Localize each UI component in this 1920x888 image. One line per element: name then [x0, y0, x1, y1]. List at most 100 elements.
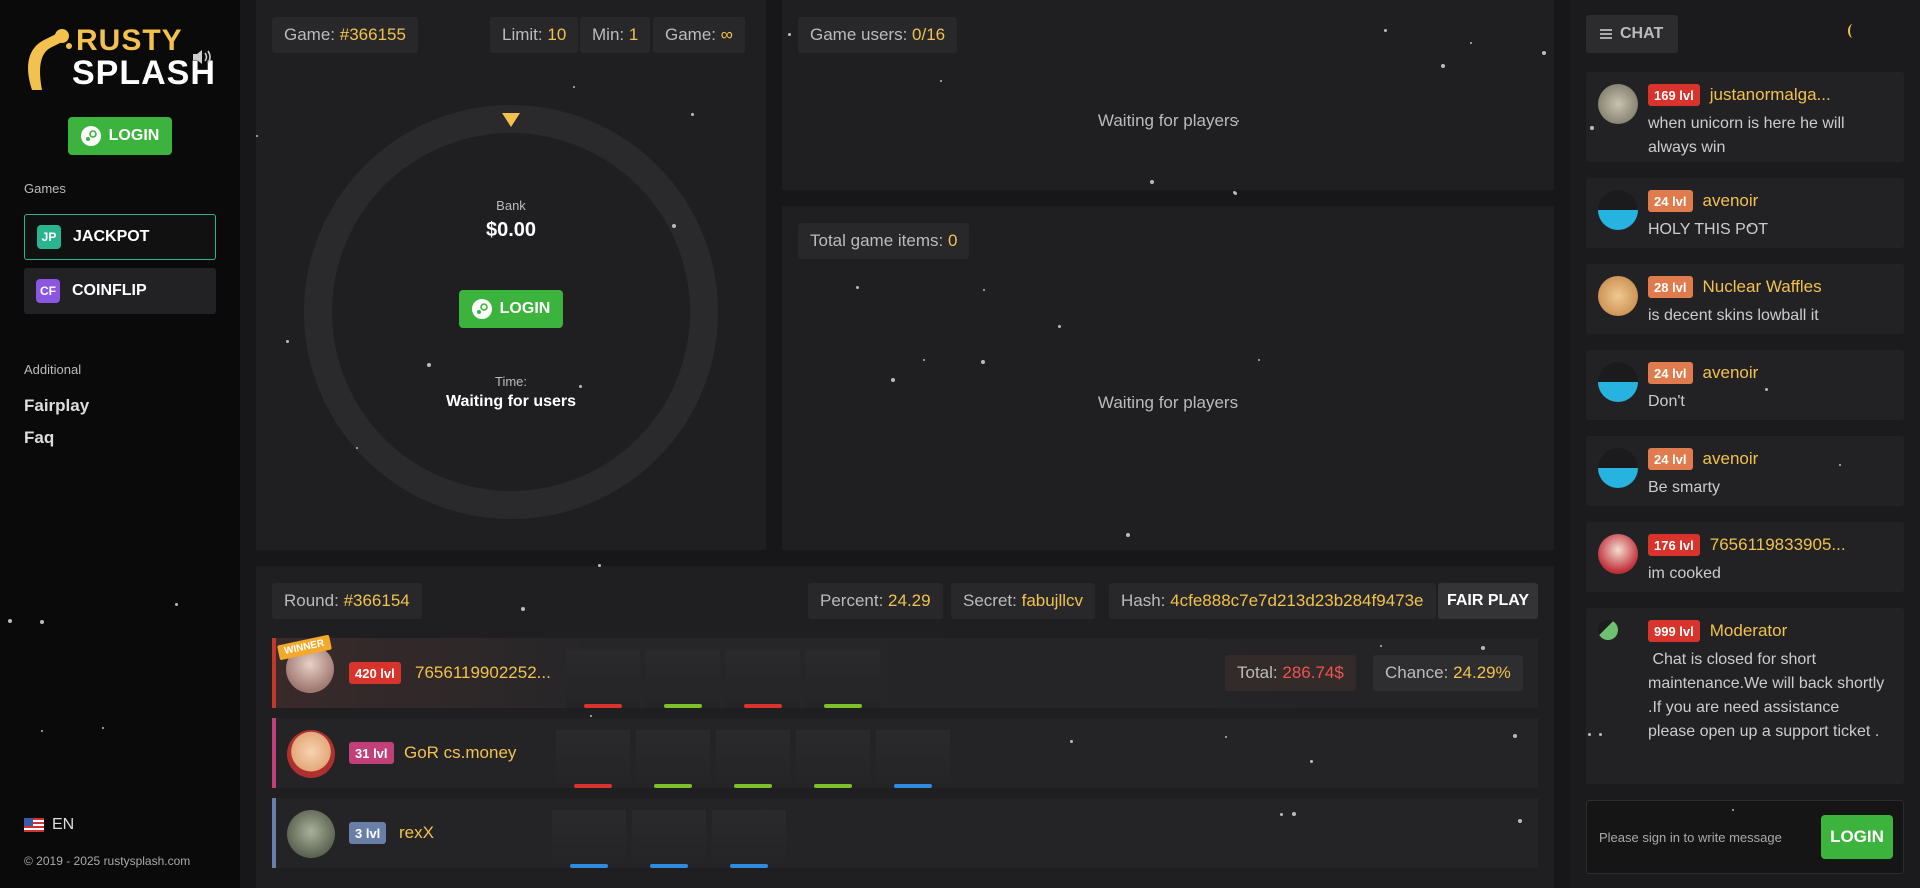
level-badge: 3 lvl — [349, 822, 387, 844]
level-badge: 24 lvl — [1648, 448, 1693, 470]
snowflake — [8, 619, 12, 623]
logo[interactable]: RUSTY SPLASH — [22, 22, 215, 94]
steam-icon — [80, 126, 101, 146]
player-level: 3 lvl — [349, 822, 387, 844]
round-id: Round: #366154 — [272, 583, 422, 619]
user-avatar — [1598, 362, 1638, 402]
fair-play-button[interactable]: FAIR PLAY — [1438, 583, 1538, 619]
game-jackpot[interactable]: JP JACKPOT — [24, 214, 216, 260]
user-name[interactable]: avenoir — [1703, 191, 1759, 211]
level-badge: 24 lvl — [1648, 190, 1693, 212]
user-avatar — [1598, 620, 1618, 640]
snowflake — [1233, 191, 1236, 194]
value: 0 — [947, 231, 958, 250]
player-row — [272, 798, 1538, 868]
label: Total game items: — [810, 231, 944, 250]
snowflake — [521, 607, 525, 611]
chat-message: 176 lvl 7656119833905... im cooked — [1586, 522, 1904, 592]
label: Min: — [592, 25, 625, 44]
chat-login-button[interactable]: LOGIN — [1821, 815, 1893, 859]
player-name[interactable]: rexX — [399, 823, 434, 843]
item-card — [636, 730, 710, 788]
items-waiting: Waiting for players — [1097, 393, 1239, 412]
limit: Limit: 10 — [490, 17, 579, 53]
item-card — [566, 650, 640, 708]
link-faq[interactable]: Faq — [24, 428, 54, 448]
snowflake — [286, 340, 289, 343]
value: 4cfe888c7e7d213d23b284f9473e — [1170, 591, 1424, 610]
snowflake — [1225, 736, 1227, 738]
player-chance: Chance: 24.29% — [1373, 655, 1523, 691]
logo-text-top: RUSTY — [76, 24, 183, 57]
player-name[interactable]: 7656119902252... — [415, 663, 551, 683]
chat-message: 169 lvl justanormalga... when unicorn is … — [1586, 72, 1904, 162]
game-coinflip[interactable]: CF COINFLIP — [24, 268, 216, 314]
snowflake — [1441, 64, 1445, 68]
item-card — [646, 650, 720, 708]
user-name[interactable]: Nuclear Waffles — [1703, 277, 1822, 297]
player-level: 420 lvl — [349, 662, 401, 684]
label: Game: — [284, 25, 336, 44]
level-badge: 176 lvl — [1648, 534, 1700, 556]
snowflake — [1513, 734, 1517, 738]
user-name[interactable]: avenoir — [1703, 363, 1759, 383]
user-name[interactable]: Moderator — [1710, 621, 1787, 641]
game-count: Game: ∞ — [653, 17, 745, 53]
snowflake — [1749, 225, 1751, 227]
sound-icon[interactable] — [191, 48, 213, 66]
value: 24.29 — [888, 591, 931, 610]
round-hash: Hash: 4cfe888c7e7d213d23b284f9473e — [1109, 583, 1436, 619]
snowflake — [1258, 359, 1260, 361]
user-name[interactable]: justanormalga... — [1710, 85, 1831, 105]
level-badge: 31 lvl — [349, 742, 394, 764]
item-card — [716, 730, 790, 788]
snowflake — [788, 33, 791, 36]
label: Hash: — [1121, 591, 1166, 610]
wheel-login-button[interactable]: LOGIN — [459, 290, 563, 328]
list-icon — [1600, 29, 1612, 39]
value: ∞ — [720, 25, 733, 44]
snowflake — [1280, 813, 1283, 816]
chat-tab[interactable]: CHAT — [1586, 15, 1678, 53]
chat-input[interactable] — [1599, 825, 1819, 849]
snowflake — [1481, 646, 1485, 650]
link-fairplay[interactable]: Fairplay — [24, 396, 89, 416]
snowflake — [102, 727, 104, 729]
login-button[interactable]: LOGIN — [68, 117, 172, 155]
language-selector[interactable]: EN — [24, 816, 74, 834]
chat-input-box: LOGIN — [1586, 800, 1904, 874]
message-text: is decent skins lowball it — [1648, 307, 1819, 324]
label: Round: — [284, 591, 339, 610]
chat-panel: CHAT 169 lvl justanormalga... when unicor… — [1570, 0, 1920, 888]
snowflake — [41, 730, 43, 732]
steam-icon — [471, 299, 492, 319]
snowflake — [1588, 733, 1591, 736]
chat-message: 24 lvl avenoir Don't — [1586, 350, 1904, 420]
user-name[interactable]: 7656119833905... — [1710, 535, 1846, 555]
snowflake — [1839, 464, 1841, 466]
player-avatar — [287, 730, 335, 778]
snowflake — [891, 378, 895, 382]
player-name[interactable]: GoR cs.money — [404, 743, 516, 763]
snowflake — [256, 135, 258, 137]
message-text: HOLY THIS POT — [1648, 221, 1769, 238]
player-avatar — [287, 810, 335, 858]
snowflake — [940, 80, 942, 82]
snowflake — [1150, 180, 1154, 184]
chat-message-moderator: 999 lvl Moderator Chat is closed for shor… — [1586, 608, 1904, 784]
login-label: LOGIN — [108, 127, 160, 144]
snowflake — [1765, 388, 1768, 391]
snowflake — [579, 385, 582, 388]
additional-heading: Additional — [24, 362, 82, 377]
snowflake — [1126, 533, 1130, 537]
snowflake — [356, 447, 358, 449]
bank-label: Bank — [496, 198, 526, 213]
value: 1 — [628, 25, 639, 44]
game-id: Game: #366155 — [272, 17, 418, 53]
chat-message: 28 lvl Nuclear Waffles is decent skins lo… — [1586, 264, 1904, 334]
game-label: JACKPOT — [73, 228, 150, 245]
user-avatar — [1598, 448, 1638, 488]
message-text: when unicorn is here he will always win — [1648, 115, 1845, 156]
label: Game users: — [810, 25, 908, 44]
user-name[interactable]: avenoir — [1703, 449, 1759, 469]
